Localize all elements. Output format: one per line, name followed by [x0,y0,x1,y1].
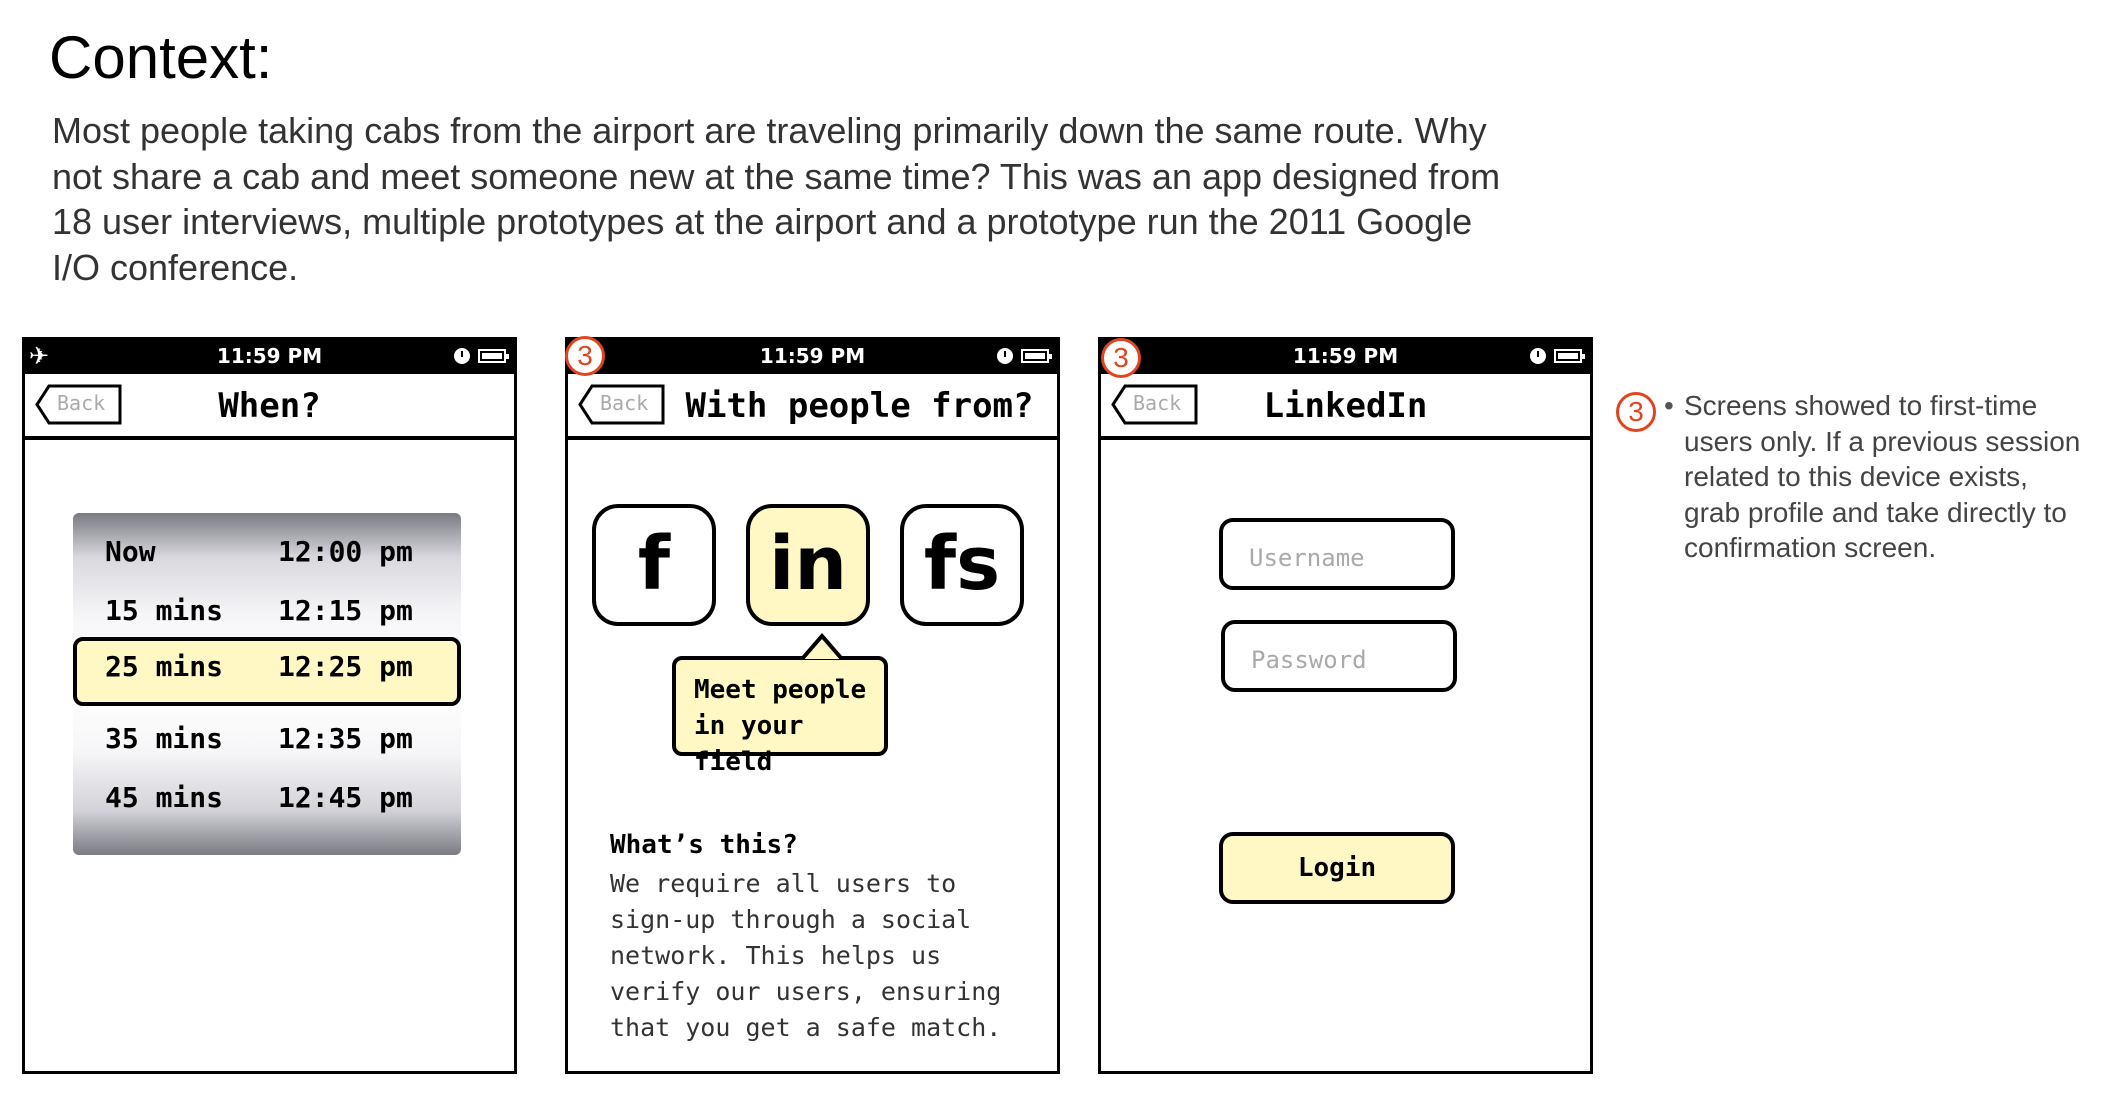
tooltip-line: Meet people [694,675,867,705]
nav-bar: Back LinkedIn [1101,374,1590,440]
tooltip-pointer [800,632,844,660]
back-label: Back [57,391,106,415]
picker-row-selected[interactable]: 25 mins 12:25 pm [73,637,461,706]
status-time: 11:59 PM [216,344,323,368]
facebook-button[interactable]: f [592,504,716,626]
phone-screen-linkedin: 11:59 PM 3 Back LinkedIn Username Passwo… [1098,337,1593,1074]
whats-this-heading: What’s this? [610,830,798,860]
status-bar: 11:59 PM [1101,340,1590,374]
screen-title: When? [218,386,321,426]
back-button[interactable]: Back [1111,384,1199,425]
battery-icon [1021,349,1052,363]
note-bullet: • [1664,390,1674,421]
annotation-note: Screens showed to first-time users only.… [1684,390,2081,563]
screen-title: LinkedIn [1263,386,1428,426]
context-description: Most people taking cabs from the airport… [52,110,1501,288]
nav-bar: Back When? [25,374,514,440]
annotation-badge: 3 [565,336,605,376]
screen-title: With people from? [685,386,1034,426]
foursquare-button[interactable]: fs [900,504,1024,626]
clock-icon [997,348,1013,364]
annotation-badge: 3 [1101,338,1141,378]
time-picker[interactable]: Now 12:00 pm 15 mins 12:15 pm 25 mins 12… [73,513,461,855]
picker-row[interactable]: 45 mins 12:45 pm [73,768,461,827]
username-field[interactable]: Username [1219,518,1455,590]
status-bar: ✈ 11:59 PM [25,340,514,374]
clock-icon [454,348,470,364]
phone-screen-social: 11:59 PM 3 Back With people from? f in f… [565,336,1060,1074]
status-time: 11:59 PM [759,344,866,368]
tooltip-line: in your field [694,711,804,777]
linkedin-button[interactable]: in [746,504,870,626]
linkedin-tooltip: Meet people in your field [672,656,888,777]
whats-this-body: We require all users to sign-up through … [610,869,1002,1042]
clock-icon [1530,348,1546,364]
battery-icon [478,349,509,363]
back-button[interactable]: Back [578,384,666,425]
context-title: Context: [49,24,273,91]
picker-row[interactable]: 15 mins 12:15 pm [73,581,461,640]
back-button[interactable]: Back [35,384,123,425]
phone-screen-when: ✈ 11:59 PM Back When? Now 12:00 pm 15 mi… [22,337,517,1074]
annotation-badge: 3 [1616,392,1656,432]
back-label: Back [1133,391,1182,415]
status-time: 11:59 PM [1292,344,1399,368]
back-label: Back [600,391,649,415]
login-button[interactable]: Login [1219,832,1455,904]
picker-row[interactable]: Now 12:00 pm [73,522,461,581]
status-bar: 11:59 PM [568,340,1057,374]
password-field[interactable]: Password [1221,620,1457,692]
picker-row[interactable]: 35 mins 12:35 pm [73,709,461,768]
battery-icon [1554,349,1585,363]
nav-bar: Back With people from? [568,374,1057,440]
